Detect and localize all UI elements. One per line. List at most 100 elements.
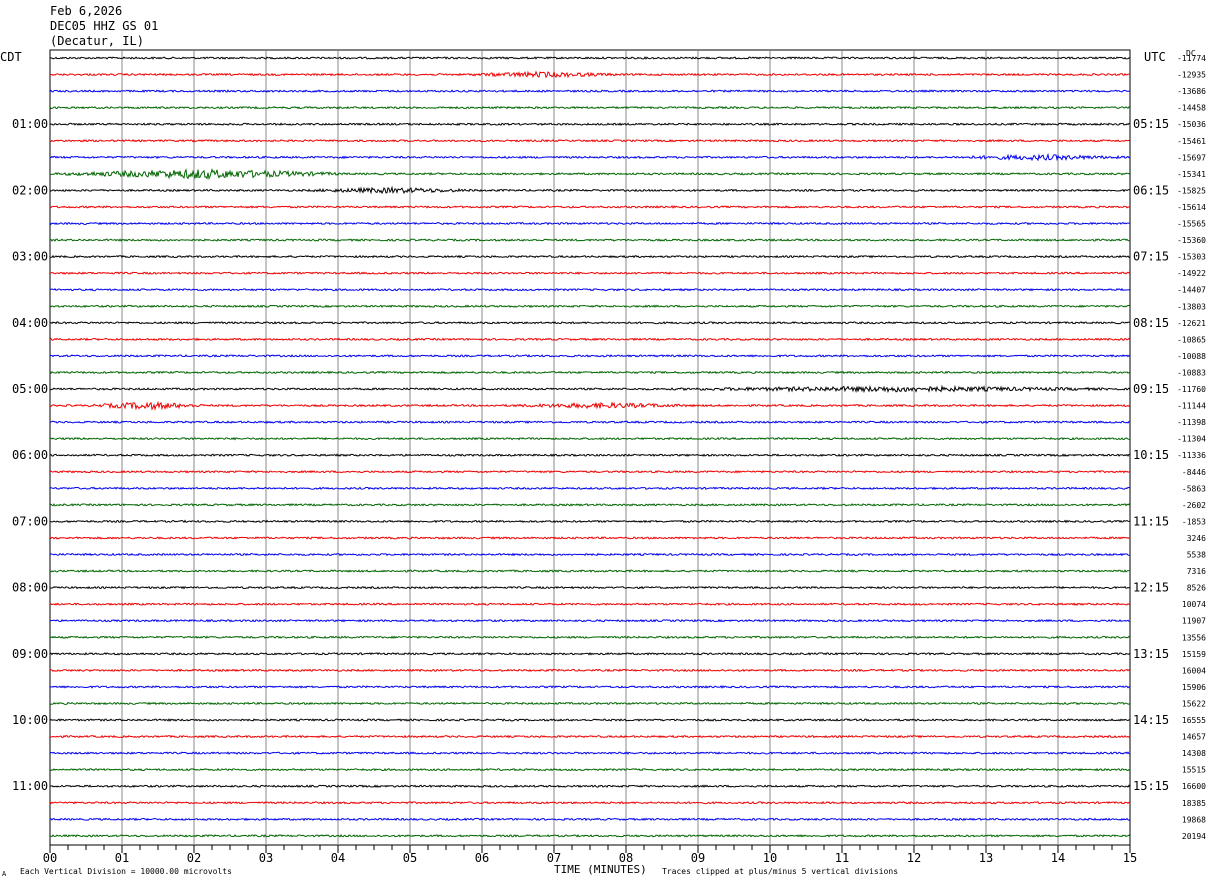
trace-15 — [49, 304, 1131, 309]
dc-offset-label-22: -11398 — [1177, 418, 1206, 427]
trace-8 — [49, 185, 1131, 195]
trace-28 — [49, 519, 1131, 524]
dc-offset-label-10: -15565 — [1177, 220, 1206, 229]
right-hour-label-0: 05:15 — [1133, 117, 1169, 131]
left-hour-label-0: 01:00 — [12, 117, 48, 131]
trace-1 — [49, 70, 1131, 79]
dc-offset-label-15: -13803 — [1177, 302, 1206, 311]
corner-mark: A — [2, 870, 7, 878]
trace-33 — [49, 602, 1131, 606]
dc-offset-label-20: -11760 — [1177, 385, 1206, 394]
dc-offset-label-32: 8526 — [1187, 584, 1206, 593]
right-hour-label-3: 08:15 — [1133, 316, 1169, 330]
dc-offset-label-17: -10865 — [1177, 335, 1206, 344]
right-hour-label-4: 09:15 — [1133, 382, 1169, 396]
x-tick-label-10: 10 — [763, 851, 777, 865]
dc-offset-label-43: 15515 — [1182, 766, 1206, 775]
dc-offset-label-29: 3246 — [1187, 534, 1206, 543]
trace-44 — [49, 784, 1131, 788]
x-tick-label-11: 11 — [835, 851, 849, 865]
trace-23 — [49, 436, 1131, 441]
trace-45 — [49, 800, 1131, 805]
right-hour-label-8: 13:15 — [1133, 647, 1169, 661]
x-tick-label-15: 15 — [1123, 851, 1137, 865]
trace-34 — [49, 618, 1131, 623]
trace-13 — [49, 271, 1131, 275]
trace-42 — [49, 751, 1131, 755]
trace-25 — [49, 469, 1131, 474]
dc-offset-label-16: -12621 — [1177, 319, 1206, 328]
dc-offset-label-0: -11774 — [1177, 54, 1206, 63]
dc-offset-label-30: 5538 — [1187, 551, 1206, 560]
trace-47 — [49, 833, 1131, 838]
trace-0 — [49, 56, 1131, 60]
dc-offset-label-39: 15622 — [1182, 699, 1206, 708]
trace-26 — [49, 486, 1131, 491]
left-hour-label-2: 03:00 — [12, 250, 48, 264]
trace-31 — [49, 569, 1131, 573]
trace-36 — [49, 651, 1131, 656]
x-axis-label: TIME (MINUTES) — [554, 863, 647, 876]
trace-39 — [49, 701, 1131, 706]
left-hour-label-5: 06:00 — [12, 448, 48, 462]
trace-14 — [49, 287, 1131, 292]
trace-5 — [49, 138, 1131, 143]
x-tick-label-05: 05 — [403, 851, 417, 865]
x-tick-label-01: 01 — [115, 851, 129, 865]
trace-27 — [49, 503, 1131, 507]
dc-offset-label-38: 15906 — [1182, 683, 1206, 692]
trace-16 — [49, 320, 1131, 325]
dc-offset-label-6: -15697 — [1177, 153, 1206, 162]
left-hour-label-9: 10:00 — [12, 713, 48, 727]
trace-12 — [49, 254, 1131, 259]
left-hour-label-10: 11:00 — [12, 779, 48, 793]
left-hour-label-1: 02:00 — [12, 183, 48, 197]
dc-offset-label-41: 14657 — [1182, 733, 1206, 742]
dc-offset-label-19: -10883 — [1177, 368, 1206, 377]
dc-offset-label-45: 18385 — [1182, 799, 1206, 808]
right-hour-label-7: 12:15 — [1133, 581, 1169, 595]
trace-29 — [49, 536, 1131, 540]
dc-offset-label-36: 15159 — [1182, 650, 1206, 659]
dc-offset-label-23: -11304 — [1177, 435, 1206, 444]
dc-offset-label-8: -15825 — [1177, 186, 1206, 195]
trace-9 — [49, 205, 1131, 209]
dc-offset-label-11: -15360 — [1177, 236, 1206, 245]
x-tick-label-12: 12 — [907, 851, 921, 865]
dc-offset-label-35: 13556 — [1182, 633, 1206, 642]
x-tick-label-13: 13 — [979, 851, 993, 865]
dc-offset-label-24: -11336 — [1177, 451, 1206, 460]
dc-offset-label-34: 11907 — [1182, 617, 1206, 626]
dc-offset-label-9: -15614 — [1177, 203, 1206, 212]
clip-note: Traces clipped at plus/minus 5 vertical … — [662, 867, 899, 876]
x-tick-label-02: 02 — [187, 851, 201, 865]
trace-7 — [49, 168, 1131, 180]
right-hour-label-9: 14:15 — [1133, 713, 1169, 727]
trace-41 — [49, 734, 1131, 739]
trace-43 — [49, 767, 1131, 772]
dc-offset-label-26: -5863 — [1182, 484, 1206, 493]
dc-offset-label-14: -14407 — [1177, 286, 1206, 295]
dc-offset-label-25: -8446 — [1182, 468, 1206, 477]
dc-offset-label-42: 14308 — [1182, 749, 1206, 758]
dc-offset-label-7: -15341 — [1177, 170, 1206, 179]
right-hour-label-10: 15:15 — [1133, 779, 1169, 793]
trace-24 — [49, 453, 1131, 458]
right-hour-label-1: 06:15 — [1133, 183, 1169, 197]
x-tick-label-14: 14 — [1051, 851, 1065, 865]
dc-offset-label-12: -15303 — [1177, 253, 1206, 262]
dc-offset-label-5: -15461 — [1177, 137, 1206, 146]
trace-37 — [49, 668, 1131, 673]
dc-offset-label-2: -13686 — [1177, 87, 1206, 96]
left-hour-label-8: 09:00 — [12, 647, 48, 661]
x-tick-label-09: 09 — [691, 851, 705, 865]
trace-4 — [49, 122, 1131, 127]
trace-40 — [49, 718, 1131, 722]
left-hour-label-3: 04:00 — [12, 316, 48, 330]
dc-offset-label-13: -14922 — [1177, 269, 1206, 278]
scale-note: Each Vertical Division = 10000.00 microv… — [20, 867, 232, 876]
x-tick-label-04: 04 — [331, 851, 345, 865]
dc-offset-label-31: 7316 — [1187, 567, 1206, 576]
x-tick-label-06: 06 — [475, 851, 489, 865]
trace-2 — [49, 89, 1131, 93]
